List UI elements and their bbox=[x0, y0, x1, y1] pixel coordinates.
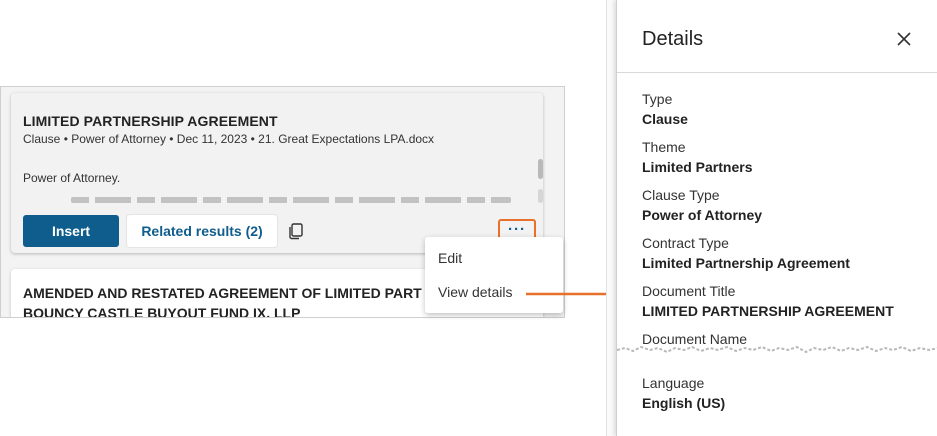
snippet-scrollbar-track bbox=[538, 189, 543, 203]
result-snippet: Power of Attorney. bbox=[23, 171, 121, 185]
details-header: Details bbox=[617, 0, 937, 73]
result-card[interactable]: LIMITED PARTNERSHIP AGREEMENT Clause • P… bbox=[11, 93, 543, 253]
field-label-theme: Theme bbox=[642, 139, 686, 155]
field-value-clause-type: Power of Attorney bbox=[642, 207, 763, 223]
torn-edge-divider bbox=[617, 345, 937, 366]
more-options-icon: ··· bbox=[508, 221, 526, 238]
field-label-clause-type: Clause Type bbox=[642, 187, 720, 203]
details-title: Details bbox=[642, 28, 704, 50]
close-icon[interactable] bbox=[896, 31, 912, 47]
field-label-document-title: Document Title bbox=[642, 283, 736, 299]
related-results-button[interactable]: Related results (2) bbox=[127, 215, 277, 247]
field-label-type: Type bbox=[642, 91, 673, 107]
menu-item-edit[interactable]: Edit bbox=[438, 250, 462, 266]
result-title: LIMITED PARTNERSHIP AGREEMENT bbox=[23, 113, 278, 129]
field-value-type: Clause bbox=[642, 111, 688, 127]
field-label-contract-type: Contract Type bbox=[642, 235, 729, 251]
field-value-document-title: LIMITED PARTNERSHIP AGREEMENT bbox=[642, 303, 894, 319]
result-meta: Clause • Power of Attorney • Dec 11, 202… bbox=[23, 132, 435, 146]
details-panel: Details Type Clause Theme Limited Partne… bbox=[616, 0, 937, 436]
snippet-scrollbar[interactable] bbox=[538, 159, 543, 179]
field-value-language: English (US) bbox=[642, 395, 726, 411]
field-label-language: Language bbox=[642, 375, 705, 391]
field-value-contract-type: Limited Partnership Agreement bbox=[642, 255, 850, 271]
snippet-overflow-text bbox=[71, 197, 511, 203]
insert-button[interactable]: Insert bbox=[23, 215, 119, 247]
menu-item-view-details[interactable]: View details bbox=[438, 284, 512, 300]
copy-icon[interactable] bbox=[287, 222, 305, 240]
field-value-theme: Limited Partners bbox=[642, 159, 753, 175]
